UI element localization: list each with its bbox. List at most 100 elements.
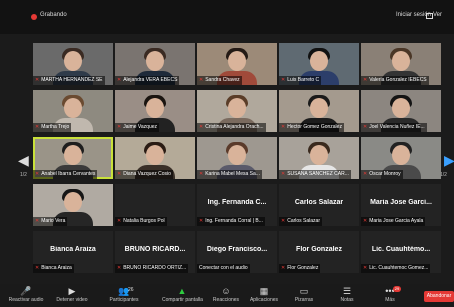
video-tile[interactable]: ✕ Luis Barreto C — [279, 43, 359, 85]
video-tile[interactable]: ✕ SUSANA SANCHEZ CAR... — [279, 137, 359, 179]
participant-name: ✕ Lic. Cuauhtemoc Gomez... — [361, 264, 431, 273]
stop-video-button[interactable]: ▶ Detener video — [52, 284, 92, 307]
participant-name: ✕ Alejandra VERA EBECS — [115, 76, 180, 85]
whiteboards-button[interactable]: ▭ Pizarras — [284, 284, 324, 307]
mic-muted-icon: ✕ — [363, 171, 368, 177]
share-screen-button[interactable]: ▲ Compartir pantalla — [162, 284, 203, 307]
video-tile[interactable]: ✕ Alejandra VERA EBECS — [115, 43, 195, 85]
video-tile[interactable]: ✕ MARTHA HERNANDEZ SE — [33, 43, 113, 85]
participant-name: ✕ Hector Gomez Gonzalez — [279, 123, 344, 132]
apps-icon: ▦ — [259, 286, 269, 296]
video-tile[interactable]: ✕ Valeria Gonzalez IEBECS — [361, 43, 441, 85]
top-bar: Grabando Iniciar sesión Ver — [0, 0, 454, 34]
participant-name: ✕ Luis Barreto C — [279, 76, 322, 85]
mic-muted-icon: ✕ — [199, 124, 204, 130]
mic-muted-icon: ✕ — [117, 124, 122, 130]
video-tile-no-camera[interactable]: Carlos Salazar ✕ Carlos Salazar — [279, 184, 359, 226]
participants-count: 26 — [128, 287, 134, 293]
video-tile[interactable]: ✕ Cristina Alejandra Orach... — [197, 90, 277, 132]
video-tile[interactable]: ✕ Mario Vera — [33, 184, 113, 226]
video-tile[interactable]: ✕ Hector Gomez Gonzalez — [279, 90, 359, 132]
mic-muted-icon: ✕ — [35, 265, 40, 271]
participant-name: ✕ Bianca Araiza — [33, 264, 74, 273]
participant-name: ✕ Carlos Salazar — [279, 217, 322, 226]
mic-muted-icon: ✕ — [35, 77, 40, 83]
participant-display-name: Lic. Cuauhtémo... — [371, 246, 431, 253]
video-camera-icon: ▶ — [68, 286, 76, 296]
mic-muted-icon: ✕ — [117, 265, 122, 271]
participant-name: ✕ Anabel Ibarra Cervantes — [33, 170, 98, 179]
mic-muted-icon: ✕ — [281, 171, 286, 177]
meeting-toolbar: 🎤 Reactivar audio ▶ Detener video 👥 26 P… — [0, 284, 454, 307]
mic-muted-icon: ✕ — [117, 218, 122, 224]
view-button[interactable]: Ver — [433, 12, 442, 18]
video-tile-no-camera[interactable]: Diego Francisco... Conectar con el audio — [197, 231, 277, 273]
more-button[interactable]: ••• 29 Más — [370, 284, 410, 307]
video-tile[interactable]: ✕ Diana Vazquez Cosio — [115, 137, 195, 179]
participant-name: ✕ Joel Valencia Nuñez IE... — [361, 123, 427, 132]
whiteboard-icon: ▭ — [299, 286, 309, 296]
video-tile[interactable]: ✕ Sandra Chavez — [197, 43, 277, 85]
video-tile-no-camera[interactable]: Lic. Cuauhtémo... ✕ Lic. Cuauhtemoc Gomez… — [361, 231, 441, 273]
mic-muted-icon: ✕ — [281, 124, 286, 130]
video-tile[interactable]: ✕ Martha Trejo — [33, 90, 113, 132]
participant-name: ✕ SUSANA SANCHEZ CAR... — [279, 170, 351, 179]
participant-name: ✕ Maria Jose Garcia Ayala — [361, 217, 426, 226]
view-icon[interactable] — [426, 13, 433, 19]
participant-name: ✕ MARTHA HERNANDEZ SE — [33, 76, 105, 85]
next-page-arrow[interactable]: ▶ — [444, 152, 454, 169]
mic-muted-icon: ✕ — [35, 171, 40, 177]
mic-muted-icon: ✕ — [199, 77, 204, 83]
prev-page-arrow[interactable]: ◀ — [18, 152, 29, 169]
recording-label: Grabando — [40, 12, 67, 18]
participant-display-name: Diego Francisco... — [206, 246, 268, 253]
video-tile-no-camera[interactable]: BRUNO RICARD... ✕ BRUNO RICARDO ORTIZ... — [115, 231, 195, 273]
participant-name: ✕ Mario Vera — [33, 217, 68, 226]
page-indicator-right: 1/2 — [440, 172, 447, 178]
recording-icon — [31, 14, 37, 20]
unmute-button[interactable]: 🎤 Reactivar audio — [6, 284, 46, 307]
participant-display-name: BRUNO RICARD... — [124, 246, 186, 253]
participant-name: Conectar con el audio — [197, 264, 250, 273]
mic-muted-icon: ✕ — [117, 171, 122, 177]
video-tile[interactable]: ✕ Joel Valencia Nuñez IE... — [361, 90, 441, 132]
participant-display-name: Flor Gonzalez — [296, 246, 342, 253]
more-icon: ••• — [385, 286, 395, 296]
mic-muted-icon: ✕ — [363, 218, 368, 224]
mic-muted-icon: ✕ — [281, 218, 286, 224]
video-tile-no-camera[interactable]: ✕ Natalia Burgos Pol — [115, 184, 195, 226]
participant-name: ✕ Cristina Alejandra Orach... — [197, 123, 266, 132]
video-tile-no-camera[interactable]: Bianca Araiza ✕ Bianca Araiza — [33, 231, 113, 273]
reactions-button[interactable]: ☺ Reacciones — [206, 284, 246, 307]
participant-name: ✕ Valeria Gonzalez IEBECS — [361, 76, 429, 85]
mic-muted-icon: ✕ — [35, 218, 40, 224]
participants-button[interactable]: 👥 26 Participantes — [104, 284, 144, 307]
more-badge: 29 — [393, 286, 401, 292]
video-tile-no-camera[interactable]: Ing. Fernanda C... ✕ Ing. Fernanda Corral… — [197, 184, 277, 226]
participant-name: ✕ Diana Vazquez Cosio — [115, 170, 173, 179]
video-tile-no-camera[interactable]: Flor Gonzalez ✕ Flor Gonzalez — [279, 231, 359, 273]
video-tile[interactable]: ✕ Karina Mabel Mesa Sa... — [197, 137, 277, 179]
apps-button[interactable]: ▦ Aplicaciones — [244, 284, 284, 307]
participant-name: ✕ Karina Mabel Mesa Sa... — [197, 170, 262, 179]
participant-name: ✕ Martha Trejo — [33, 123, 72, 132]
share-screen-icon: ▲ — [177, 286, 187, 296]
mic-muted-icon: ✕ — [363, 77, 368, 83]
participant-display-name: Carlos Salazar — [294, 199, 344, 206]
reaction-icon: ☺ — [221, 286, 231, 296]
notes-icon: ☰ — [342, 286, 352, 296]
mic-muted-icon: ✕ — [117, 77, 122, 83]
leave-meeting-button[interactable]: Abandonar — [424, 291, 454, 302]
mic-muted-icon: ✕ — [199, 218, 204, 224]
notes-button[interactable]: ☰ Notas — [327, 284, 367, 307]
participant-name: ✕ Jaime Vazquez — [115, 123, 160, 132]
participant-name: ✕ Natalia Burgos Pol — [115, 217, 167, 226]
mic-muted-icon: ✕ — [199, 171, 204, 177]
mic-off-icon: 🎤 — [20, 286, 32, 296]
video-tile[interactable]: ✕ Oscar Monroy — [361, 137, 441, 179]
video-tile[interactable]: ✕ Jaime Vazquez — [115, 90, 195, 132]
participant-name: ✕ Sandra Chavez — [197, 76, 242, 85]
video-tile-no-camera[interactable]: Maria Jose Garci... ✕ Maria Jose Garcia A… — [361, 184, 441, 226]
participant-name: ✕ Flor Gonzalez — [279, 264, 321, 273]
video-tile-active-speaker[interactable]: ✕ Anabel Ibarra Cervantes — [33, 137, 113, 179]
